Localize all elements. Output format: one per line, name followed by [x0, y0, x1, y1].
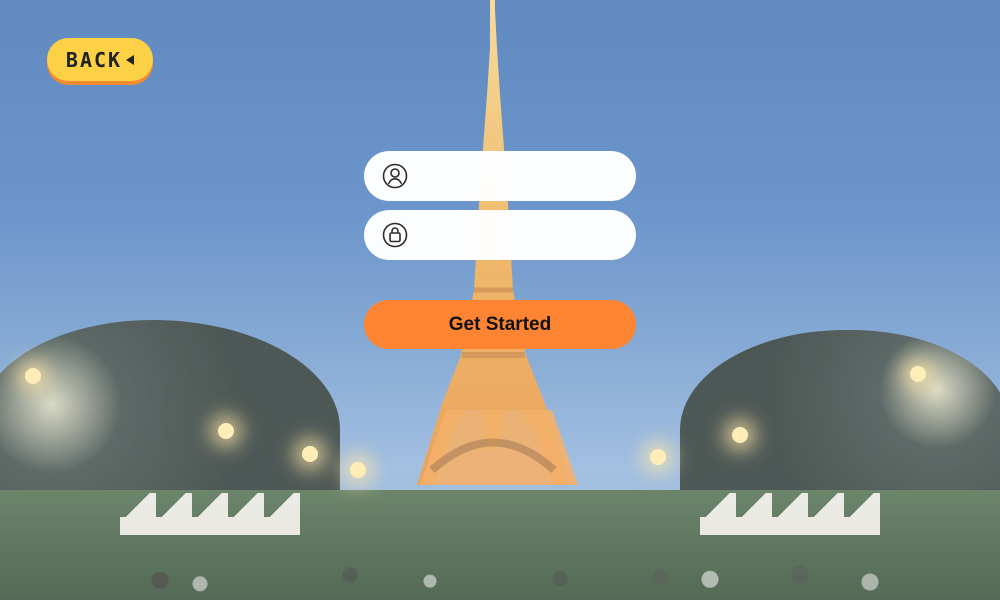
- user-icon: [382, 163, 408, 189]
- username-input[interactable]: [420, 162, 620, 190]
- password-field[interactable]: [364, 210, 636, 260]
- password-input[interactable]: [420, 221, 620, 249]
- login-scene: BACK Get Started: [0, 0, 1000, 600]
- get-started-button[interactable]: Get Started: [364, 300, 636, 349]
- username-field[interactable]: [364, 151, 636, 201]
- back-button-label: BACK: [65, 47, 123, 72]
- lock-icon: [382, 222, 408, 248]
- get-started-button-label: Get Started: [448, 313, 552, 335]
- arrow-left-icon: [126, 55, 135, 65]
- back-button[interactable]: BACK: [47, 38, 153, 81]
